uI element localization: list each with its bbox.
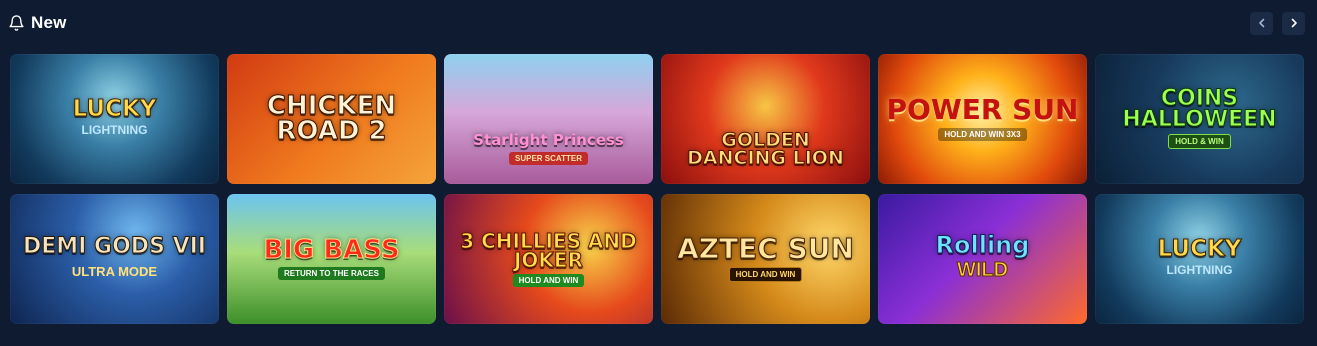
game-subtitle: RETURN TO THE RACES — [278, 266, 385, 280]
game-title: Rolling — [935, 231, 1030, 260]
section-title: New — [31, 13, 67, 32]
game-tile-chicken-road-2[interactable]: CHICKEN ROAD 2 — [227, 54, 436, 184]
game-title: AZTEC SUN — [677, 232, 855, 266]
section-header: New — [8, 10, 1305, 36]
game-logo: LUCKY LIGHTNING — [65, 96, 165, 139]
game-title: 3 CHILLIES AND JOKER — [460, 228, 638, 272]
games-grid: LUCKY LIGHTNING CHICKEN ROAD 2 Starlight… — [10, 54, 1304, 324]
game-title: GOLDEN DANCING LION — [687, 128, 845, 169]
game-title: POWER SUN — [886, 93, 1079, 127]
game-logo: Rolling WILD — [928, 231, 1038, 284]
game-title: LUCKY — [1157, 236, 1242, 263]
game-logo: GOLDEN DANCING LION — [661, 128, 870, 169]
game-logo: 3 CHILLIES AND JOKER HOLD AND WIN — [444, 228, 653, 287]
game-logo: DEMI GODS VII ULTRA MODE — [15, 234, 214, 281]
game-title: Starlight Princess — [473, 131, 624, 150]
game-tile-lucky-lightning[interactable]: LUCKY LIGHTNING — [10, 54, 219, 184]
chevron-left-icon — [1258, 18, 1264, 28]
game-tile-big-bass[interactable]: BIG BASS RETURN TO THE RACES — [227, 194, 436, 324]
game-tile-demi-gods-vii[interactable]: DEMI GODS VII ULTRA MODE — [10, 194, 219, 324]
game-subtitle: WILD — [956, 258, 1009, 281]
game-logo: POWER SUN HOLD AND WIN 3X3 — [879, 93, 1087, 141]
game-tile-rolling-wild[interactable]: Rolling WILD — [878, 194, 1087, 324]
game-tile-golden-dancing-lion[interactable]: GOLDEN DANCING LION — [661, 54, 870, 184]
game-title: DEMI GODS VII — [23, 234, 207, 260]
game-tile-3-chillies-and-joker[interactable]: 3 CHILLIES AND JOKER HOLD AND WIN — [444, 194, 653, 324]
game-title: COINS HALLOWEEN — [1122, 85, 1277, 132]
game-logo: Starlight Princess SUPER SCATTER — [465, 131, 632, 165]
carousel-prev-button[interactable] — [1250, 11, 1273, 35]
game-subtitle: HOLD AND WIN — [728, 266, 803, 282]
game-subtitle: HOLD AND WIN — [512, 273, 585, 287]
game-title: CHICKEN ROAD 2 — [266, 91, 397, 146]
carousel-next-button[interactable] — [1282, 11, 1305, 35]
game-tile-lucky-lightning-2[interactable]: LUCKY LIGHTNING — [1095, 194, 1304, 324]
chevron-right-icon — [1291, 18, 1297, 28]
game-title: BIG BASS — [263, 235, 400, 266]
section-title-group: New — [8, 13, 67, 33]
game-title: LUCKY — [72, 96, 157, 123]
game-logo: BIG BASS RETURN TO THE RACES — [255, 235, 407, 280]
game-subtitle: HOLD & WIN — [1168, 134, 1231, 150]
game-tile-coins-halloween[interactable]: COINS HALLOWEEN HOLD & WIN — [1095, 54, 1304, 184]
game-subtitle: ULTRA MODE — [71, 263, 158, 279]
game-subtitle: SUPER SCATTER — [509, 151, 588, 165]
bell-icon — [9, 15, 24, 31]
game-logo: CHICKEN ROAD 2 — [227, 91, 436, 146]
game-tile-power-sun[interactable]: POWER SUN HOLD AND WIN 3X3 — [878, 54, 1087, 184]
game-subtitle: LIGHTNING — [81, 122, 148, 137]
game-tile-aztec-sun[interactable]: AZTEC SUN HOLD AND WIN — [661, 194, 870, 324]
game-subtitle: HOLD AND WIN 3X3 — [938, 127, 1027, 141]
game-logo: AZTEC SUN HOLD AND WIN — [669, 232, 862, 282]
game-subtitle: LIGHTNING — [1166, 262, 1233, 277]
game-logo: LUCKY LIGHTNING — [1150, 236, 1250, 279]
game-logo: COINS HALLOWEEN HOLD & WIN — [1095, 85, 1304, 150]
game-tile-starlight-princess[interactable]: Starlight Princess SUPER SCATTER — [444, 54, 653, 184]
carousel-nav — [1250, 11, 1305, 35]
